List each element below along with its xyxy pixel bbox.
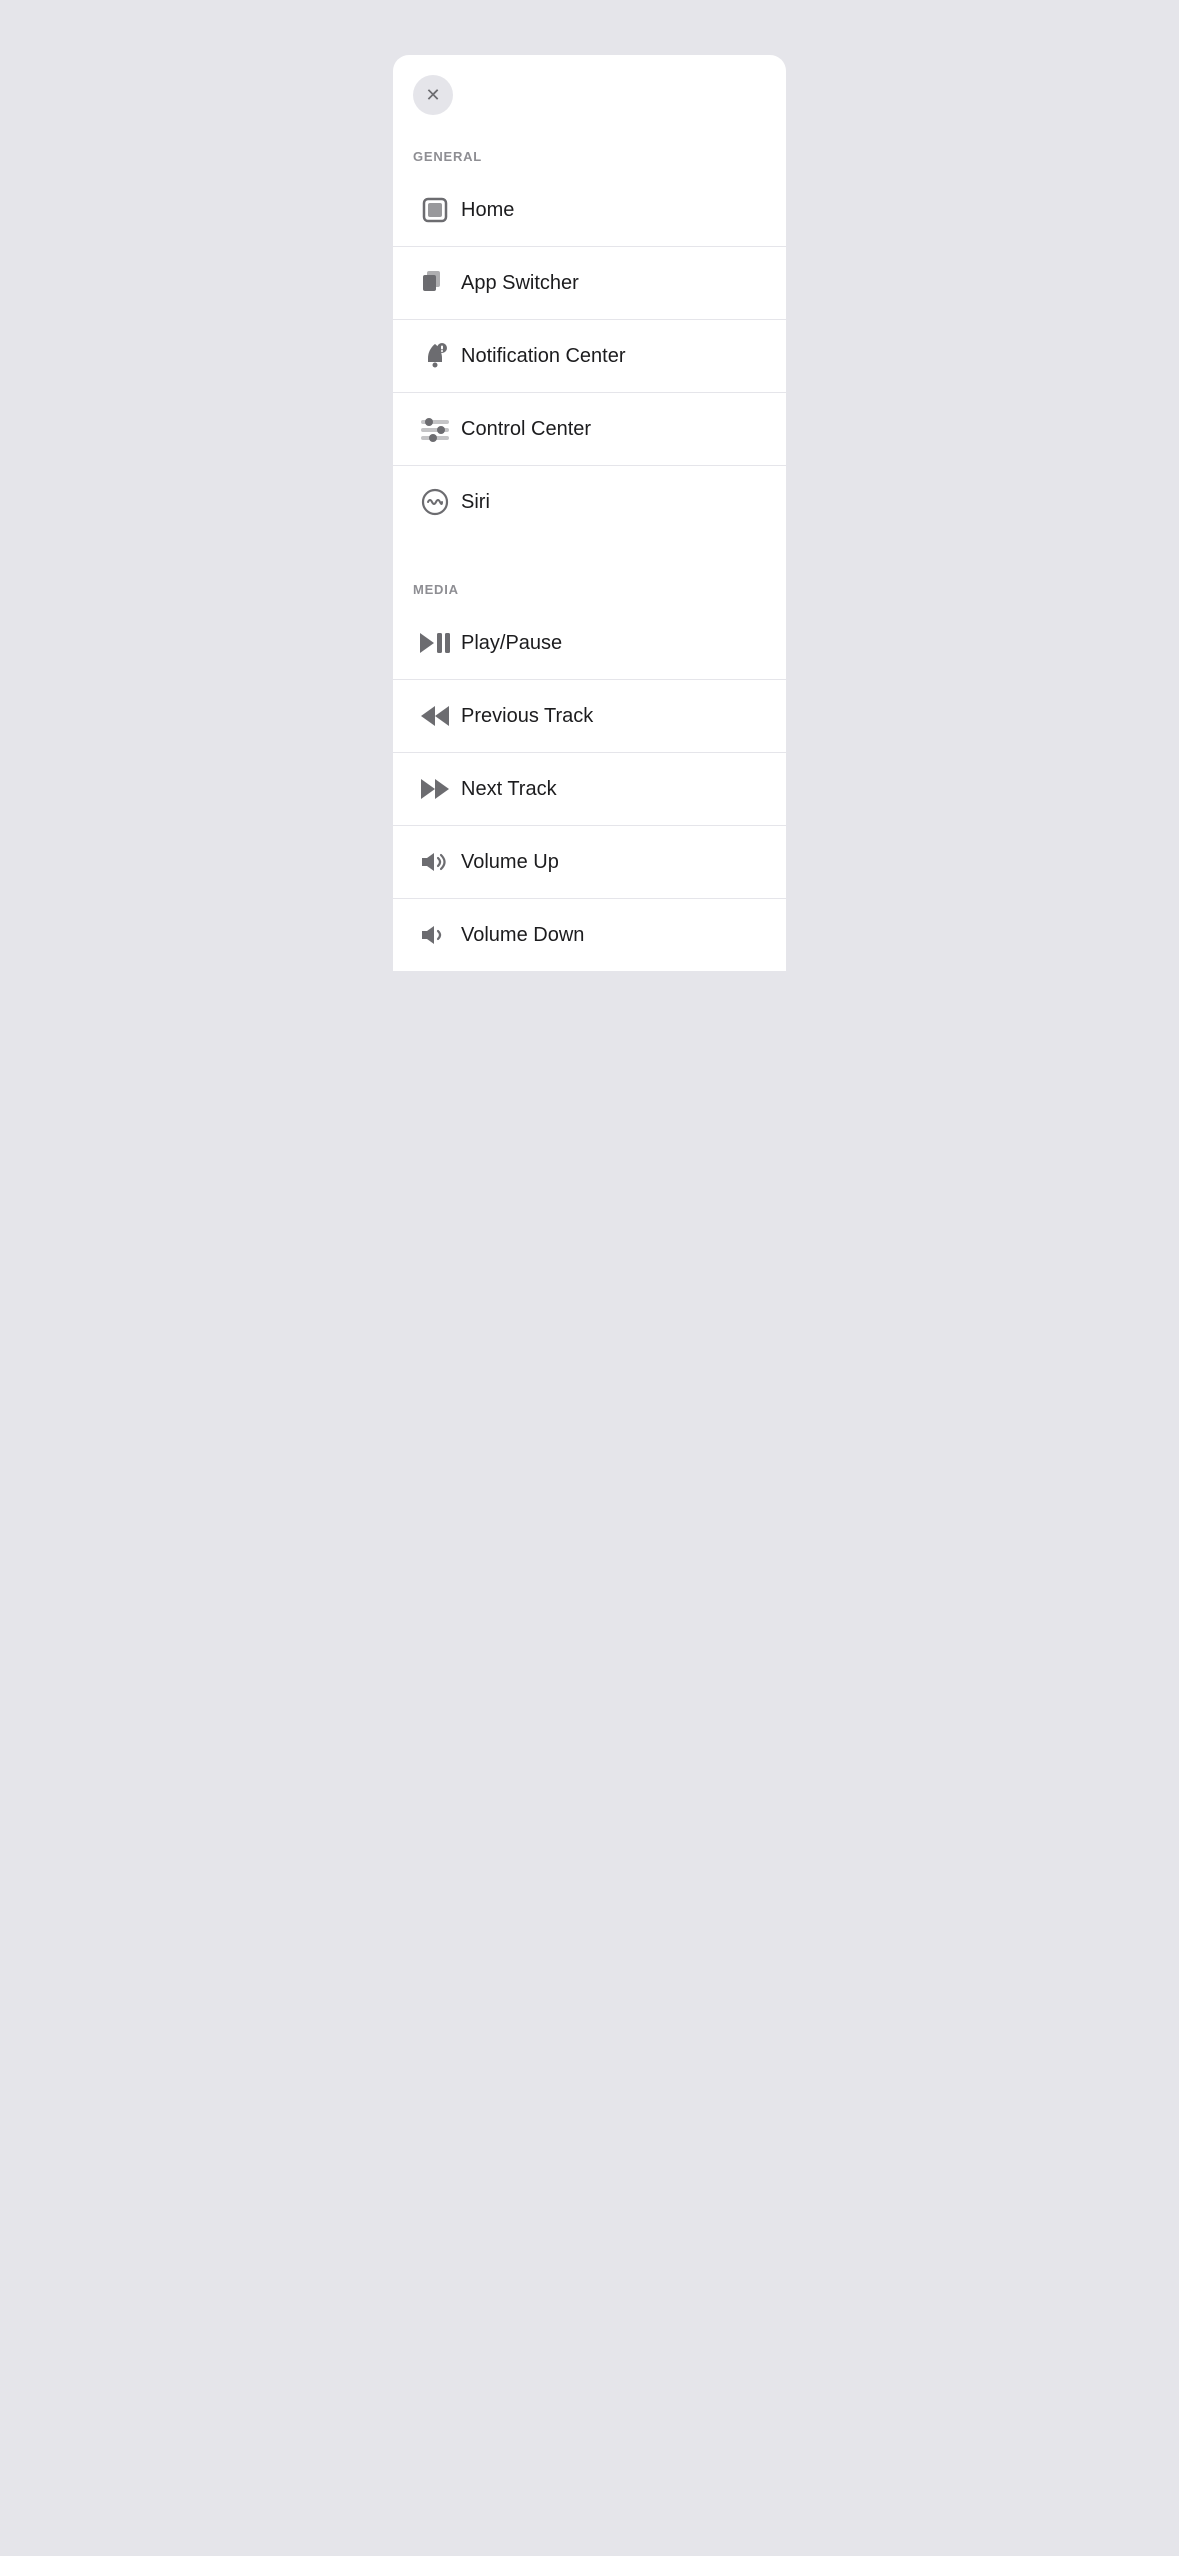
play-pause-label: Play/Pause <box>461 632 562 655</box>
notification-icon <box>413 334 457 378</box>
previous-track-icon <box>413 694 457 738</box>
app-switcher-icon <box>413 261 457 305</box>
control-center-label: Control Center <box>461 418 591 441</box>
menu-item-volume-down[interactable]: Volume Down <box>393 899 786 971</box>
menu-item-next-track[interactable]: Next Track <box>393 753 786 826</box>
volume-down-icon <box>413 913 457 957</box>
next-track-label: Next Track <box>461 778 557 801</box>
close-button[interactable]: ✕ <box>413 75 453 115</box>
menu-item-previous-track[interactable]: Previous Track <box>393 680 786 753</box>
menu-item-play-pause[interactable]: Play/Pause <box>393 607 786 680</box>
close-area: ✕ <box>393 55 786 125</box>
section-divider <box>393 538 786 558</box>
siri-icon <box>413 480 457 524</box>
control-center-icon <box>413 407 457 451</box>
menu-item-home[interactable]: Home <box>393 174 786 247</box>
previous-track-label: Previous Track <box>461 705 593 728</box>
siri-label: Siri <box>461 491 490 514</box>
menu-item-notification-center[interactable]: Notification Center <box>393 320 786 393</box>
menu-item-app-switcher[interactable]: App Switcher <box>393 247 786 320</box>
volume-up-icon <box>413 840 457 884</box>
menu-item-control-center[interactable]: Control Center <box>393 393 786 466</box>
general-menu-list: Home App Switcher <box>393 174 786 538</box>
volume-up-label: Volume Up <box>461 851 559 874</box>
menu-item-siri[interactable]: Siri <box>393 466 786 538</box>
next-track-icon <box>413 767 457 811</box>
modal-sheet: ✕ GENERAL Home App Switcher <box>393 55 786 971</box>
home-icon <box>413 188 457 232</box>
notification-center-label: Notification Center <box>461 345 626 368</box>
menu-item-volume-up[interactable]: Volume Up <box>393 826 786 899</box>
app-switcher-label: App Switcher <box>461 272 579 295</box>
close-icon: ✕ <box>425 85 440 106</box>
play-pause-icon <box>413 621 457 665</box>
media-menu-list: Play/Pause Previous Track Next Track <box>393 607 786 971</box>
home-label: Home <box>461 199 514 222</box>
volume-down-label: Volume Down <box>461 924 584 947</box>
media-section-header: MEDIA <box>393 558 786 607</box>
general-section-header: GENERAL <box>393 125 786 174</box>
